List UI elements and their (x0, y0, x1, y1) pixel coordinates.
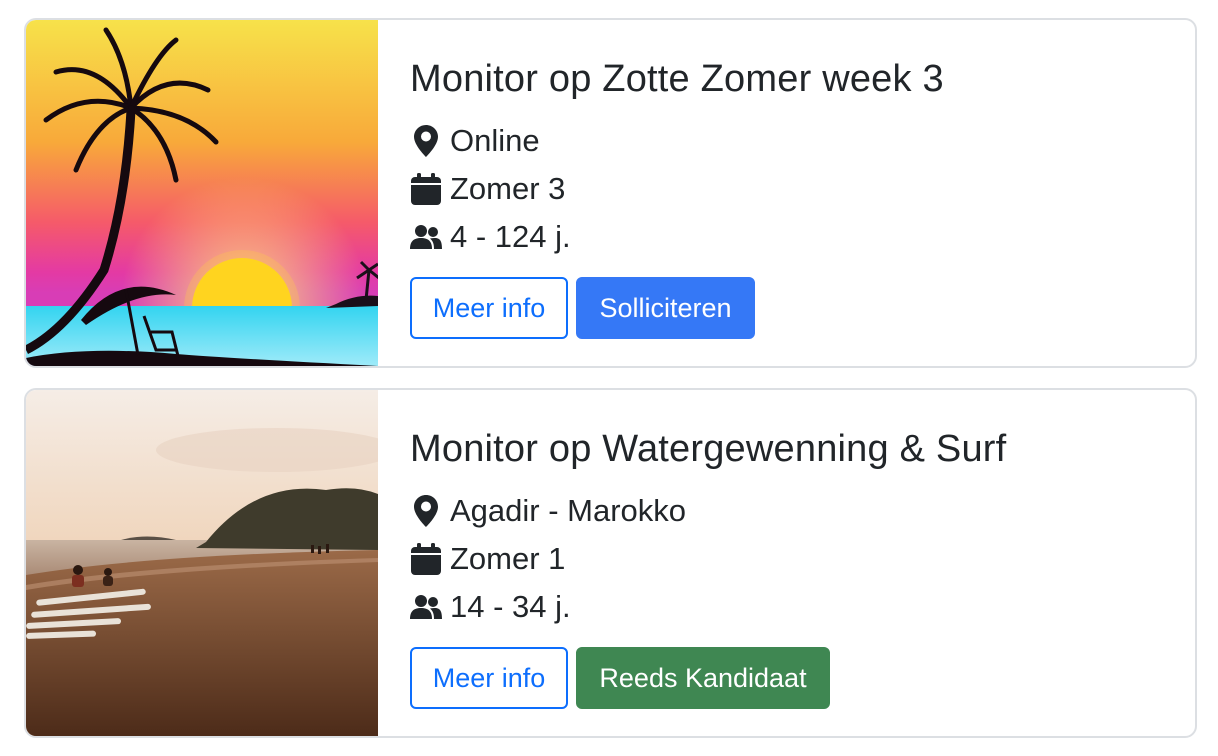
activity-image (26, 390, 378, 736)
ages-text: 14 - 34 j. (450, 589, 571, 624)
candidate-status-button[interactable]: Reeds Kandidaat (576, 647, 830, 709)
location-row: Online (410, 121, 540, 161)
activity-title: Monitor op Zotte Zomer week 3 (410, 58, 944, 100)
more-info-button[interactable]: Meer info (410, 277, 568, 339)
location-text: Online (450, 123, 540, 158)
location-text: Agadir - Marokko (450, 493, 687, 528)
period-row: Zomer 3 (410, 169, 565, 209)
activity-card: Monitor op Watergewenning & Surf Agadir … (24, 388, 1197, 738)
calendar-icon (410, 173, 442, 205)
apply-button[interactable]: Solliciteren (576, 277, 755, 339)
activity-image (26, 20, 378, 366)
ages-row: 14 - 34 j. (410, 587, 571, 627)
period-row: Zomer 1 (410, 539, 565, 579)
ages-row: 4 - 124 j. (410, 217, 571, 257)
more-info-button[interactable]: Meer info (410, 647, 568, 709)
people-icon (410, 221, 442, 253)
location-row: Agadir - Marokko (410, 491, 686, 531)
people-icon (410, 591, 442, 623)
period-text: Zomer 3 (450, 171, 566, 206)
calendar-icon (410, 543, 442, 575)
period-text: Zomer 1 (450, 541, 566, 576)
map-pin-icon (410, 125, 442, 157)
map-pin-icon (410, 495, 442, 527)
activity-title: Monitor op Watergewenning & Surf (410, 428, 1007, 470)
ages-text: 4 - 124 j. (450, 219, 571, 254)
activity-card: Monitor op Zotte Zomer week 3 Online Zom… (24, 18, 1197, 368)
